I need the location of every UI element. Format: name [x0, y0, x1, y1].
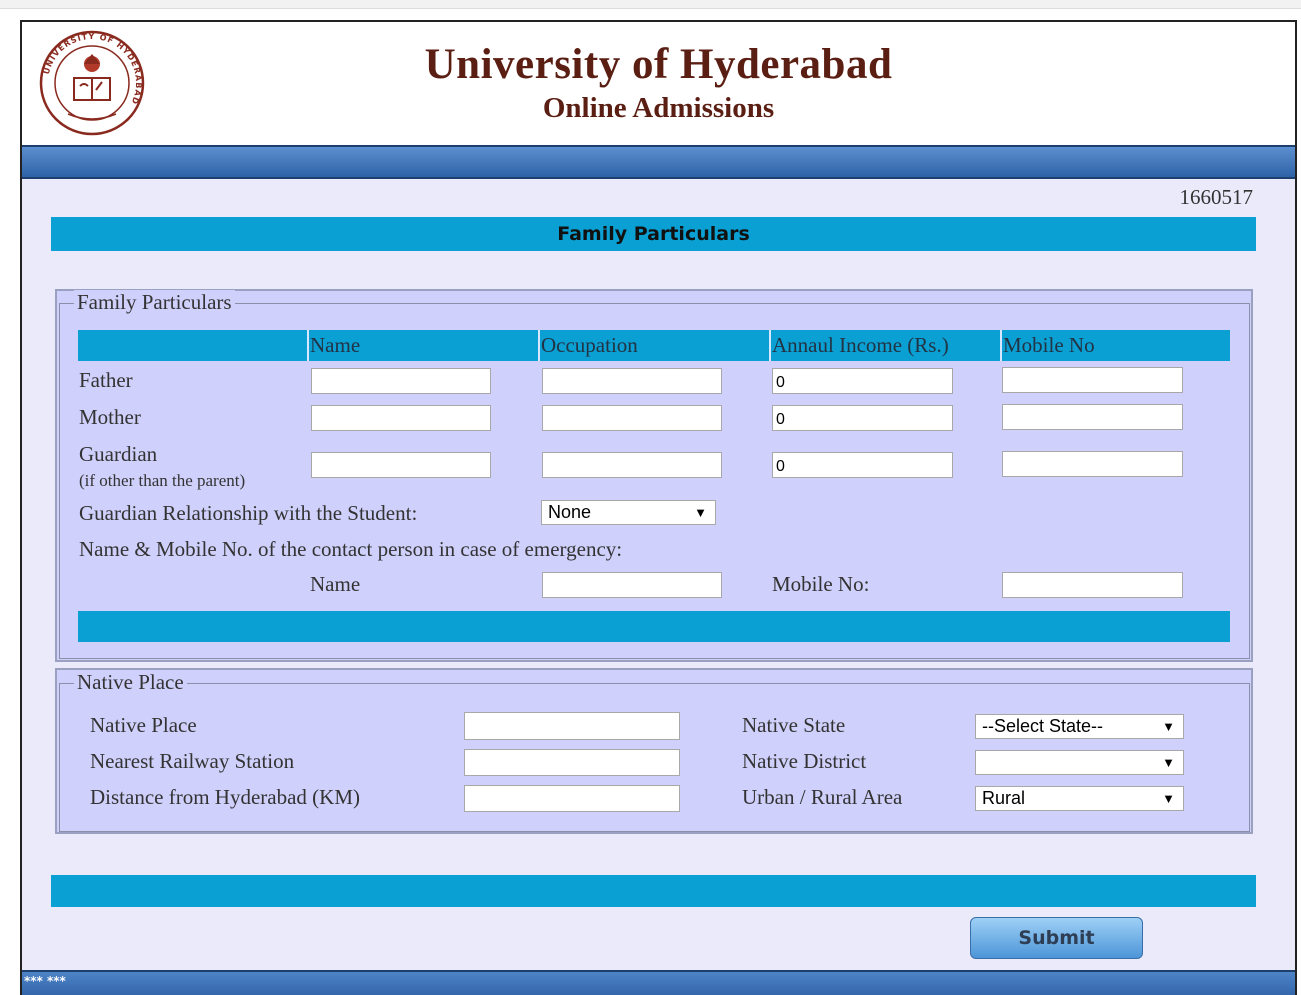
- section-title-bar: Family Particulars: [51, 217, 1256, 251]
- column-header-name: Name: [307, 330, 538, 361]
- native-district-label: Native District: [742, 749, 867, 773]
- native-fieldset-legend: Native Place: [74, 670, 187, 695]
- native-place-input[interactable]: [464, 712, 680, 740]
- page-header: UNIVERSITY OF HYDERABAD University of Hy…: [22, 22, 1295, 147]
- distance-label: Distance from Hyderabad (KM): [90, 785, 360, 809]
- mother-income-input[interactable]: [772, 405, 953, 431]
- father-mobile-input[interactable]: [1002, 367, 1183, 393]
- guardian-relationship-label: Guardian Relationship with the Student:: [79, 501, 418, 525]
- emergency-mobile-input[interactable]: [1002, 572, 1183, 598]
- father-label: Father: [79, 368, 133, 392]
- guardian-occupation-input[interactable]: [542, 452, 722, 478]
- page-title: University of Hyderabad: [424, 41, 893, 88]
- guardian-income-input[interactable]: [772, 452, 953, 478]
- guardian-name-input[interactable]: [311, 452, 491, 478]
- column-header-occupation: Occupation: [538, 330, 769, 361]
- guardian-relationship-value: None: [548, 502, 592, 522]
- column-header-mobile: Mobile No: [1000, 330, 1230, 361]
- family-footer-bar: [78, 611, 1230, 642]
- page-frame: UNIVERSITY OF HYDERABAD University of Hy…: [20, 20, 1297, 995]
- native-district-select[interactable]: ▼: [975, 750, 1184, 775]
- emergency-mobile-label: Mobile No:: [772, 572, 870, 596]
- family-table-header: Name Occupation Annaul Income (Rs.) Mobi…: [78, 330, 1230, 361]
- guardian-label: Guardian: [79, 442, 158, 466]
- emergency-name-label: Name: [310, 572, 361, 596]
- emergency-name-input[interactable]: [542, 572, 722, 598]
- native-state-label: Native State: [742, 713, 846, 737]
- emergency-contact-label: Name & Mobile No. of the contact person …: [79, 537, 623, 561]
- footer-text: *** ***: [24, 974, 66, 988]
- dropdown-caret-icon: ▼: [694, 505, 707, 520]
- submit-button[interactable]: Submit: [970, 917, 1143, 959]
- page-footer: *** ***: [22, 970, 1295, 995]
- distance-input[interactable]: [464, 785, 680, 812]
- dropdown-caret-icon: ▼: [1162, 755, 1175, 770]
- browser-top-edge: [0, 0, 1301, 9]
- railway-station-input[interactable]: [464, 749, 680, 776]
- guardian-mobile-input[interactable]: [1002, 451, 1183, 477]
- guardian-relationship-select[interactable]: None ▼: [541, 500, 716, 525]
- dropdown-caret-icon: ▼: [1162, 719, 1175, 734]
- area-type-label: Urban / Rural Area: [742, 785, 903, 809]
- column-header-income: Annaul Income (Rs.): [769, 330, 1000, 361]
- family-fieldset-legend: Family Particulars: [74, 290, 235, 315]
- native-state-select[interactable]: --Select State-- ▼: [975, 714, 1184, 739]
- father-income-input[interactable]: [772, 368, 953, 394]
- father-occupation-input[interactable]: [542, 368, 722, 394]
- mother-name-input[interactable]: [311, 405, 491, 431]
- guardian-sublabel: (if other than the parent): [79, 471, 246, 490]
- page-subtitle: Online Admissions: [542, 92, 775, 124]
- area-type-value: Rural: [982, 788, 1026, 808]
- area-type-select[interactable]: Rural ▼: [975, 786, 1184, 811]
- mother-occupation-input[interactable]: [542, 405, 722, 431]
- native-place-label: Native Place: [90, 713, 197, 737]
- mother-label: Mother: [79, 405, 141, 429]
- bottom-bar: [51, 875, 1256, 907]
- father-name-input[interactable]: [311, 368, 491, 394]
- dropdown-caret-icon: ▼: [1162, 791, 1175, 806]
- navigation-bar: [22, 147, 1295, 179]
- mother-mobile-input[interactable]: [1002, 404, 1183, 430]
- railway-station-label: Nearest Railway Station: [90, 749, 295, 773]
- native-state-value: --Select State--: [982, 716, 1104, 736]
- application-number: 1660517: [1179, 185, 1254, 209]
